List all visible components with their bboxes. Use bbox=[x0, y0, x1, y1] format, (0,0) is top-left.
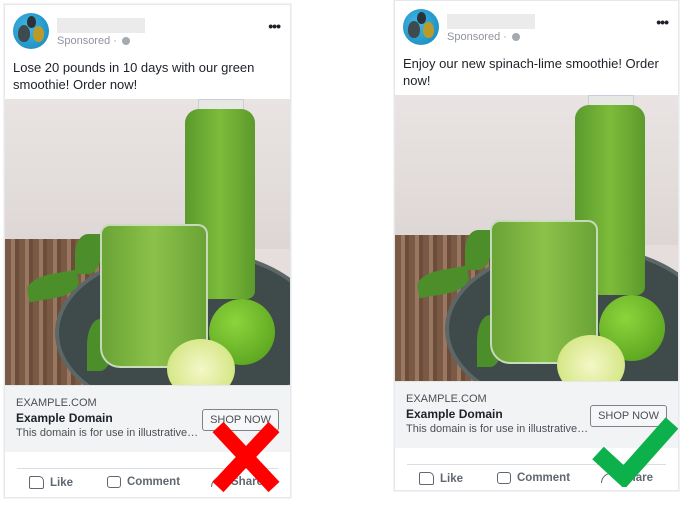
check-stroke bbox=[592, 417, 678, 487]
spoon-icon bbox=[423, 22, 434, 38]
photo-leaf bbox=[465, 230, 491, 270]
thumbs-up-icon bbox=[419, 472, 434, 485]
post-text: Lose 20 pounds in 10 days with our green… bbox=[13, 60, 255, 92]
page-name-redacted[interactable] bbox=[447, 14, 535, 29]
x-stroke bbox=[212, 421, 280, 493]
more-options-icon[interactable]: ••• bbox=[268, 19, 281, 33]
comment-button[interactable]: Comment bbox=[107, 476, 180, 488]
comment-icon bbox=[107, 476, 121, 488]
link-domain: EXAMPLE.COM bbox=[406, 393, 487, 405]
link-title: Example Domain bbox=[406, 407, 503, 421]
post-header: Sponsored · ••• bbox=[395, 1, 678, 51]
smoothie-photo[interactable] bbox=[395, 95, 678, 381]
page-avatar[interactable] bbox=[13, 13, 49, 49]
more-options-icon[interactable]: ••• bbox=[656, 15, 669, 29]
comment-icon bbox=[497, 472, 511, 484]
post-header: Sponsored · ••• bbox=[5, 5, 290, 55]
page-avatar[interactable] bbox=[403, 9, 439, 45]
globe-icon bbox=[121, 37, 130, 45]
link-title: Example Domain bbox=[16, 411, 113, 425]
globe-icon bbox=[511, 33, 520, 41]
thumbs-up-icon bbox=[29, 476, 44, 489]
link-description: This domain is for use in illustrative… bbox=[16, 427, 199, 439]
green-check-icon bbox=[592, 417, 678, 487]
comment-button[interactable]: Comment bbox=[497, 472, 570, 484]
link-domain: EXAMPLE.COM bbox=[16, 397, 97, 409]
spoon-icon bbox=[18, 25, 30, 42]
spoon-icon bbox=[33, 26, 44, 42]
post-text: Enjoy our new spinach-lime smoothie! Ord… bbox=[403, 56, 659, 88]
sponsored-label: Sponsored · bbox=[447, 31, 520, 43]
sponsored-label: Sponsored · bbox=[57, 35, 130, 47]
photo-leaf bbox=[75, 234, 101, 274]
spoon-icon bbox=[408, 21, 420, 38]
page-name-redacted[interactable] bbox=[57, 18, 145, 33]
link-description: This domain is for use in illustrative… bbox=[406, 423, 589, 435]
smoothie-photo[interactable] bbox=[5, 99, 290, 385]
like-button[interactable]: Like bbox=[419, 472, 463, 485]
red-x-icon bbox=[212, 421, 280, 493]
like-button[interactable]: Like bbox=[29, 476, 73, 489]
